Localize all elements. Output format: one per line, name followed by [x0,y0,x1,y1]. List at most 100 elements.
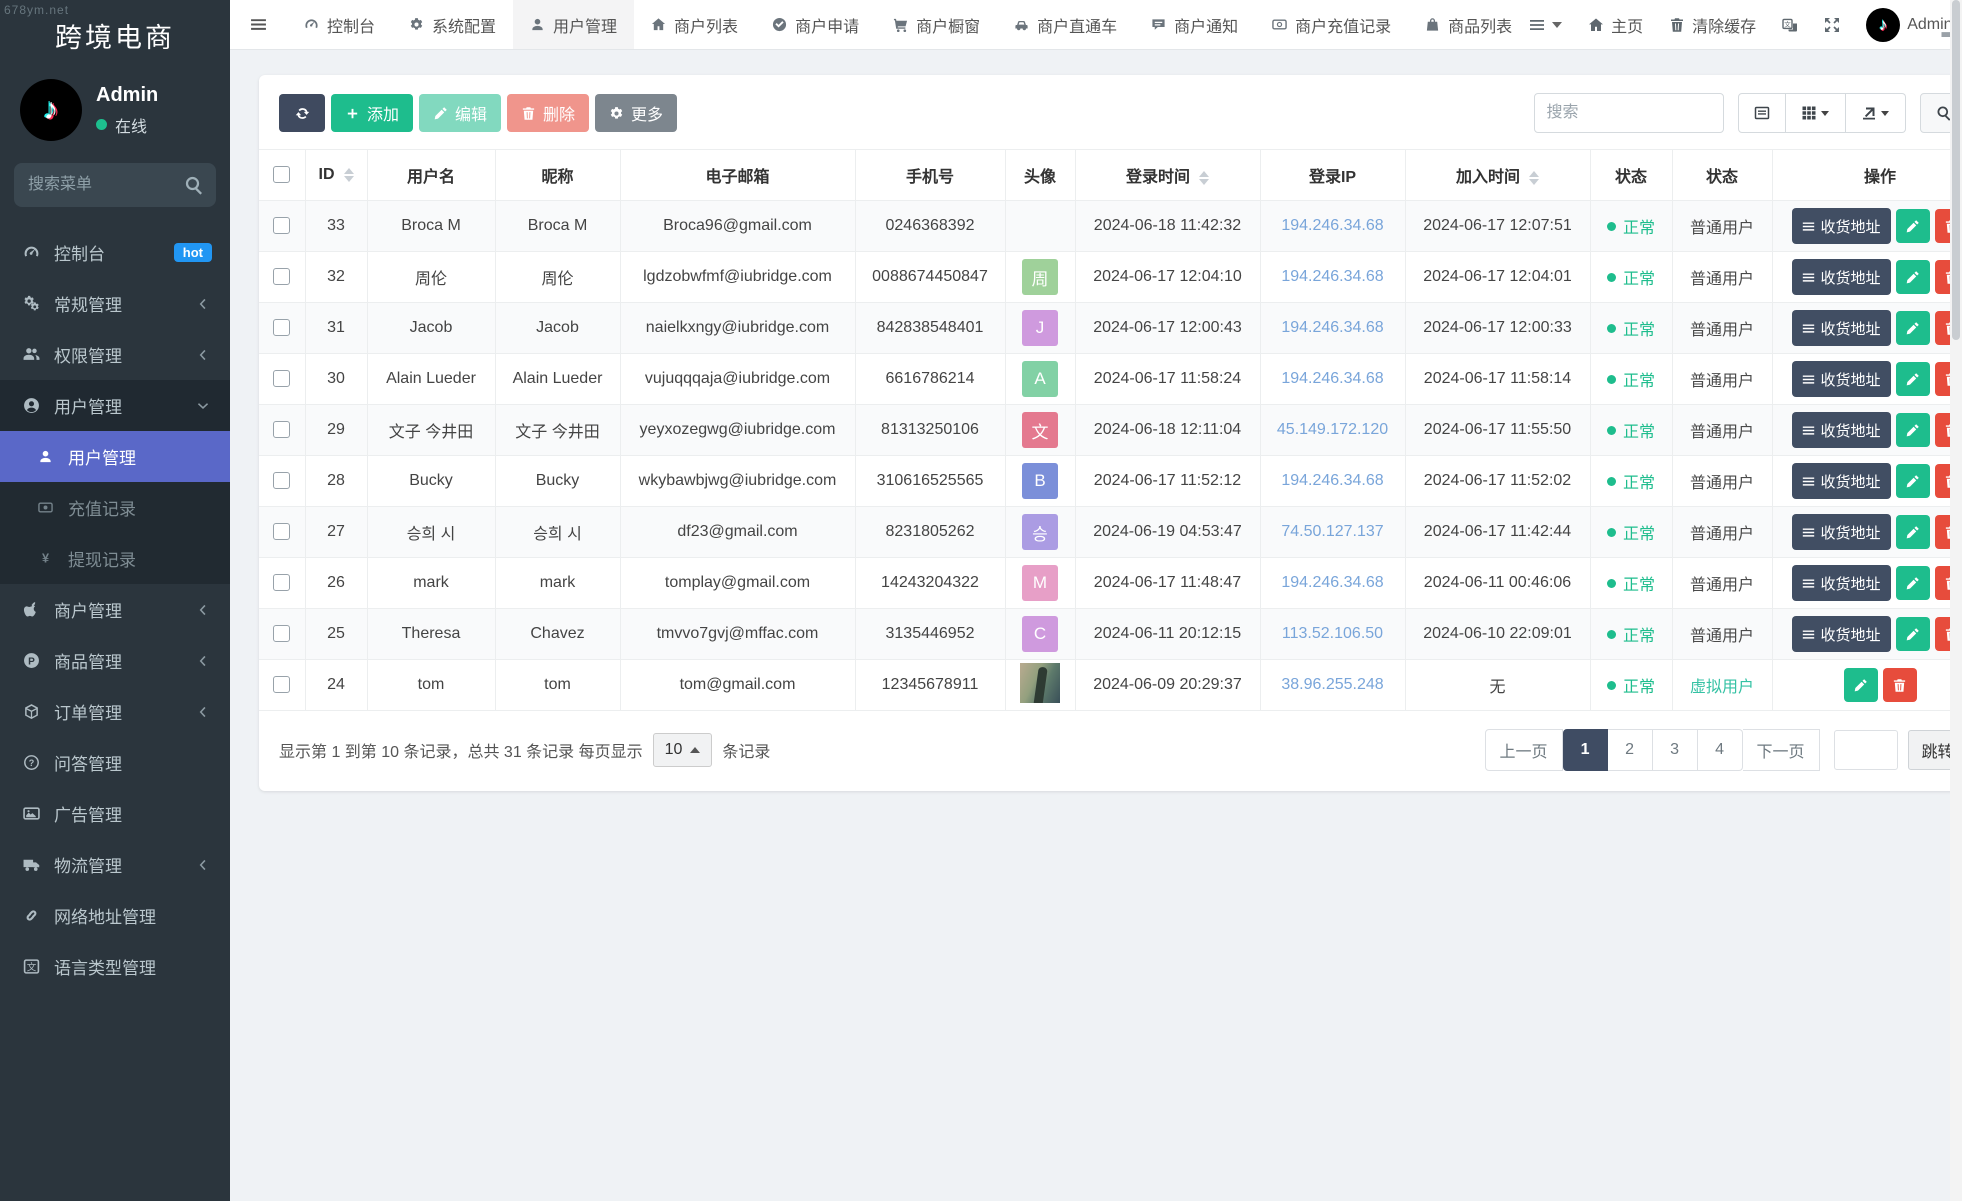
login-ip-link[interactable]: 194.246.34.68 [1281,319,1383,336]
export-button[interactable] [1845,93,1906,133]
nav-tab-7[interactable]: 商户直通车 [997,0,1134,49]
table-search-input[interactable] [1533,93,1724,133]
fullscreen-button[interactable] [1824,17,1840,33]
login-ip-link[interactable]: 38.96.255.248 [1281,676,1383,693]
sidebar-item-users[interactable]: 权限管理 [0,329,230,380]
row-edit-button[interactable] [1895,464,1930,498]
login-ip-link[interactable]: 45.149.172.120 [1277,421,1388,438]
row-checkbox[interactable] [273,421,291,439]
address-button[interactable]: 收货地址 [1791,259,1891,295]
sort-carets-icon[interactable] [1199,170,1209,185]
address-button[interactable]: 收货地址 [1791,412,1891,448]
sort-carets-icon[interactable] [1529,170,1539,185]
address-button[interactable]: 收货地址 [1791,208,1891,244]
select-all-checkbox[interactable] [273,166,291,184]
row-edit-button[interactable] [1895,362,1930,396]
detail-view-button[interactable] [1737,93,1786,133]
sort-carets-icon[interactable] [343,167,354,182]
sidebar-item-link[interactable]: 网络地址管理 [0,890,230,941]
address-button[interactable]: 收货地址 [1791,616,1891,652]
prev-page-button[interactable]: 上一页 [1484,729,1563,771]
address-button[interactable]: 收货地址 [1791,310,1891,346]
page-button-2[interactable]: 2 [1607,729,1653,771]
row-edit-button[interactable] [1895,311,1930,345]
sidebar-item-yen[interactable]: ¥ 提现记录 [0,533,230,584]
address-button[interactable]: 收货地址 [1791,514,1891,550]
sidebar-item-circle-p[interactable]: P 商品管理 [0,635,230,686]
sidebar-item-apple[interactable]: 商户管理 [0,584,230,635]
nav-tab-2[interactable]: 系统配置 [392,0,513,49]
sidebar-item-question[interactable]: ? 问答管理 [0,737,230,788]
row-edit-button[interactable] [1895,260,1930,294]
scrollbar-thumb[interactable] [1952,0,1960,340]
page-button-4[interactable]: 4 [1697,729,1743,771]
nav-tab-9[interactable]: 商户充值记录 [1255,0,1408,49]
admin-menu[interactable]: ♪ Admin [1866,7,1953,42]
login-ip-link[interactable]: 194.246.34.68 [1281,268,1383,285]
row-checkbox[interactable] [273,523,291,541]
row-edit-button[interactable] [1895,209,1930,243]
sidebar-item-cube[interactable]: 订单管理 [0,686,230,737]
row-checkbox[interactable] [273,268,291,286]
row-checkbox[interactable] [273,625,291,643]
page-button-1[interactable]: 1 [1562,729,1608,771]
nav-tab-1[interactable]: 控制台 [287,0,392,49]
sidebar-item-ad[interactable]: 广告管理 [0,788,230,839]
next-page-button[interactable]: 下一页 [1742,729,1820,771]
nav-tab-4[interactable]: 商户列表 [634,0,755,49]
row-edit-button[interactable] [1895,617,1930,651]
row-checkbox[interactable] [273,370,291,388]
edit-button[interactable]: 编辑 [419,94,502,132]
address-button[interactable]: 收货地址 [1791,565,1891,601]
row-edit-button[interactable] [1895,413,1930,447]
row-checkbox[interactable] [273,472,291,490]
sidebar-item-gears[interactable]: 常规管理 [0,278,230,329]
row-edit-button[interactable] [1895,566,1930,600]
tabs-list-dropdown[interactable] [1529,17,1563,33]
sidebar-item-user[interactable]: 用户管理 [0,431,230,482]
clear-cache-button[interactable]: 清除缓存 [1669,13,1756,37]
jump-page-input[interactable] [1833,730,1898,770]
login-ip-link[interactable]: 194.246.34.68 [1281,370,1383,387]
row-checkbox[interactable] [273,217,291,235]
column-header-加入时间[interactable]: 加入时间 [1405,149,1591,201]
sidebar-item-language[interactable]: 文 语言类型管理 [0,941,230,992]
nav-tab-5[interactable]: 商户申请 [755,0,876,49]
row-edit-button[interactable] [1895,515,1930,549]
address-button[interactable]: 收货地址 [1791,463,1891,499]
columns-button[interactable] [1785,93,1846,133]
refresh-button[interactable] [279,94,325,132]
nav-tab-6[interactable]: 商户橱窗 [876,0,997,49]
page-button-3[interactable]: 3 [1652,729,1698,771]
scrollbar[interactable] [1950,0,1962,1201]
home-button[interactable]: 主页 [1588,13,1643,37]
login-ip-link[interactable]: 194.246.34.68 [1281,217,1383,234]
sidebar-item-card[interactable]: 充值记录 [0,482,230,533]
login-ip-link[interactable]: 113.52.106.50 [1282,625,1383,642]
address-button[interactable]: 收货地址 [1791,361,1891,397]
row-delete-button[interactable] [1882,668,1917,702]
column-header-登录时间[interactable]: 登录时间 [1075,149,1261,201]
row-checkbox[interactable] [273,319,291,337]
add-button[interactable]: 添加 [331,94,414,132]
sidebar-item-user-circle[interactable]: 用户管理 [0,380,230,431]
login-ip-link[interactable]: 74.50.127.137 [1281,523,1383,540]
column-header-ID[interactable]: ID [305,149,368,201]
more-button[interactable]: 更多 [595,94,678,132]
sidebar-toggle-icon[interactable] [230,0,287,49]
row-edit-button[interactable] [1843,668,1878,702]
sidebar-item-truck[interactable]: 物流管理 [0,839,230,890]
delete-button[interactable]: 删除 [507,94,590,132]
nav-tab-3[interactable]: 用户管理 [513,0,635,49]
row-checkbox[interactable] [273,676,291,694]
nav-tab-10[interactable]: 商品列表 [1408,0,1529,49]
login-ip-link[interactable]: 194.246.34.68 [1281,472,1383,489]
sidebar-item-label: 商品管理 [54,653,122,672]
sidebar-item-dashboard[interactable]: 控制台 hot [0,227,230,278]
select-all-header[interactable] [259,149,306,201]
nav-tab-8[interactable]: 商户通知 [1134,0,1255,49]
page-size-select[interactable]: 10 [652,733,713,767]
login-ip-link[interactable]: 194.246.34.68 [1281,574,1383,591]
row-checkbox[interactable] [273,574,291,592]
translate-button[interactable]: 文 [1782,17,1798,33]
